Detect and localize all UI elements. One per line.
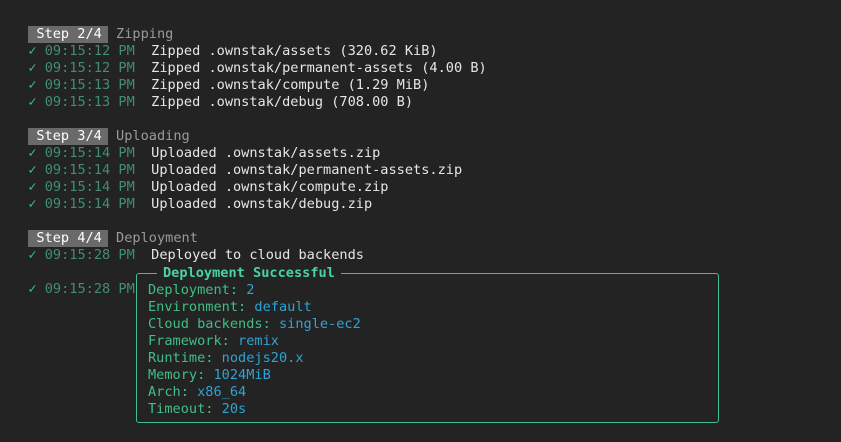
log-line: ✓ 09:15:14 PM Uploaded .ownstak/compute.… [12, 162, 388, 195]
checkmark-icon: ✓ [28, 94, 37, 110]
field-value: 20s [221, 401, 247, 417]
timestamp: 09:15:28 PM [44, 247, 135, 263]
field-timeout: Timeout: 20s [148, 401, 246, 418]
log-line: ✓ 09:15:14 PM Uploaded .ownstak/assets.z… [12, 128, 380, 161]
field-key: Environment: [148, 299, 247, 315]
step-header-zipping: Step 2/4 Zipping [12, 9, 173, 43]
field-runtime: Runtime: nodejs20.x [148, 350, 304, 367]
log-line: ✓ 09:15:13 PM Zipped .ownstak/compute (1… [12, 60, 429, 93]
field-framework: Framework: remix [148, 333, 279, 350]
timestamp: 09:15:28 PM [44, 281, 135, 297]
log-line: ✓ 09:15:12 PM Zipped .ownstak/permanent-… [12, 43, 486, 76]
timestamp: 09:15:14 PM [44, 196, 135, 212]
log-message: Uploaded .ownstak/debug.zip [151, 196, 373, 212]
step-header-deployment: Step 4/4 Deployment [12, 213, 198, 247]
field-memory: Memory: 1024MiB [148, 367, 271, 384]
field-key: Memory: [148, 367, 206, 383]
field-value: single-ec2 [278, 316, 361, 332]
field-key: Timeout: [148, 401, 214, 417]
field-value: remix [238, 333, 279, 349]
checkmark-icon: ✓ [28, 196, 37, 212]
final-log-line: ✓ 09:15:28 PM [12, 264, 134, 297]
field-value: 2 [246, 282, 255, 298]
field-value: 1024MiB [213, 367, 271, 383]
field-key: Framework: [148, 333, 230, 349]
field-value: x86_64 [197, 384, 247, 400]
field-key: Deployment: [148, 282, 239, 298]
field-arch: Arch: x86_64 [148, 384, 246, 401]
field-deployment: Deployment: 2 [148, 282, 254, 299]
log-message: Deployed to cloud backends [151, 247, 364, 263]
log-line: ✓ 09:15:28 PM Deployed to cloud backends [12, 230, 364, 263]
step-header-uploading: Step 3/4 Uploading [12, 111, 190, 145]
log-message: Zipped .ownstak/debug (708.00 B) [151, 94, 414, 110]
deployment-summary-box: Deployment Successful Deployment: 2 Envi… [136, 265, 719, 423]
field-environment: Environment: default [148, 299, 312, 316]
checkmark-icon: ✓ [28, 247, 37, 263]
field-value: nodejs20.x [221, 350, 304, 366]
checkmark-icon: ✓ [28, 281, 37, 297]
log-line: ✓ 09:15:14 PM Uploaded .ownstak/permanen… [12, 145, 462, 178]
field-key: Arch: [148, 384, 189, 400]
field-key: Runtime: [148, 350, 214, 366]
field-value: default [254, 299, 312, 315]
box-title: Deployment Successful [157, 265, 341, 282]
field-key: Cloud backends: [148, 316, 271, 332]
timestamp: 09:15:13 PM [44, 94, 135, 110]
field-cloud-backends: Cloud backends: single-ec2 [148, 316, 361, 333]
log-line: ✓ 09:15:12 PM Zipped .ownstak/assets (32… [12, 26, 437, 59]
log-line: ✓ 09:15:14 PM Uploaded .ownstak/debug.zi… [12, 179, 372, 212]
log-line: ✓ 09:15:13 PM Zipped .ownstak/debug (708… [12, 77, 413, 110]
